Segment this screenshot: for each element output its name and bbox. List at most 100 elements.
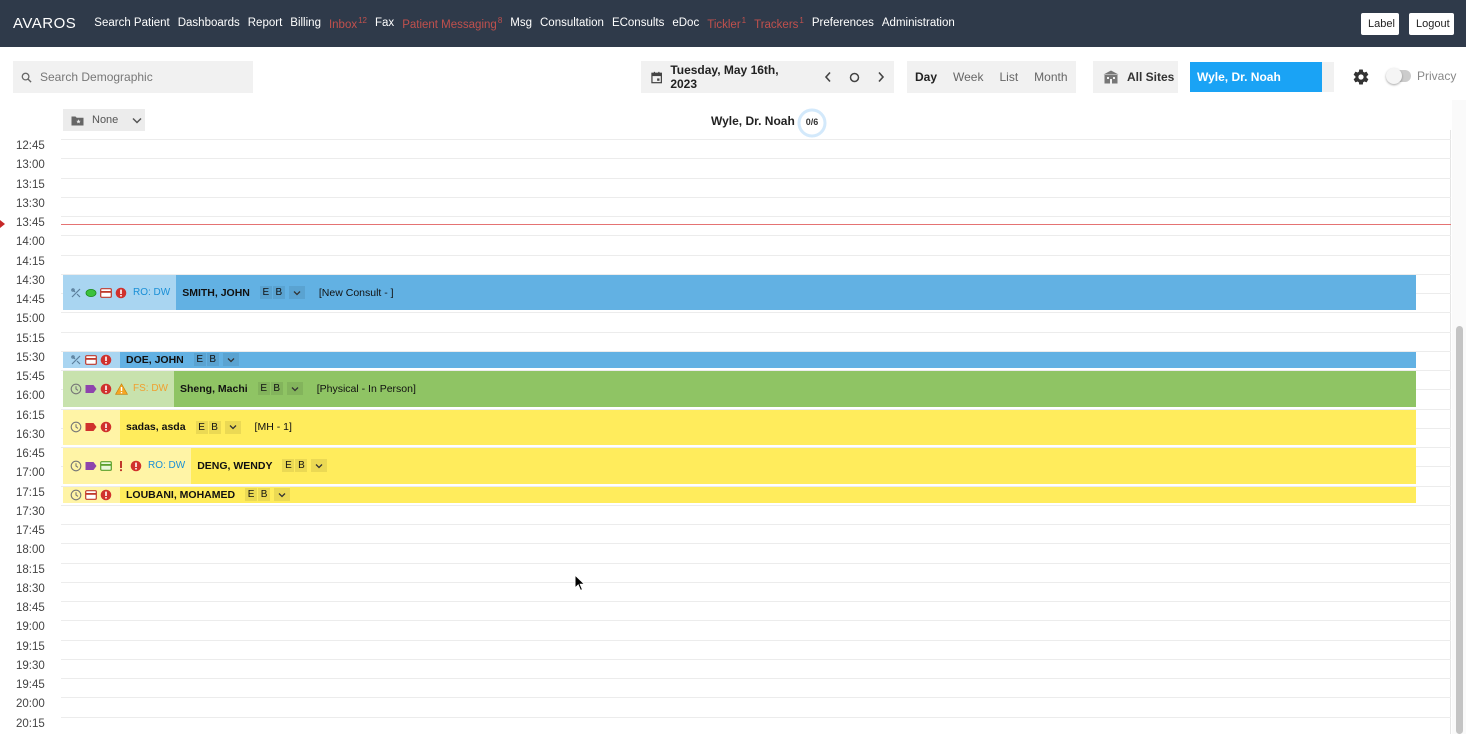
tag-red-icon[interactable] — [84, 420, 98, 434]
patient-name[interactable]: SMITH, JOHN — [182, 287, 250, 299]
patient-name[interactable]: Sheng, Machi — [180, 383, 248, 395]
billing-button[interactable]: B — [208, 420, 221, 434]
nav-tickler[interactable]: Tickler1 — [707, 16, 746, 31]
encounter-button[interactable]: E — [193, 353, 206, 367]
provider-select[interactable]: Wyle, Dr. Noah — [1190, 62, 1322, 92]
nav-administration[interactable]: Administration — [882, 17, 955, 29]
encounter-button[interactable]: E — [259, 286, 272, 299]
encounter-button[interactable]: E — [245, 488, 258, 502]
next-day-button[interactable] — [868, 61, 894, 93]
appointment-row[interactable]: RO: DW SMITH, JOHN E B [New Consult - ] — [63, 274, 1416, 311]
card-icon[interactable] — [84, 488, 98, 502]
all-sites-button[interactable]: All Sites — [1093, 61, 1178, 93]
nav-label: Consultation — [540, 17, 604, 30]
appointment-row[interactable]: DOE, JOHN E B — [63, 351, 1416, 368]
search-input[interactable] — [40, 70, 240, 84]
scrollbar-thumb[interactable] — [1456, 326, 1463, 734]
clock-icon[interactable] — [69, 420, 83, 434]
nav-fax[interactable]: Fax — [375, 17, 394, 29]
chevron-down-icon — [278, 492, 286, 498]
brand-logo[interactable]: AVAROS — [13, 15, 76, 32]
nav-patient-messaging[interactable]: Patient Messaging8 — [402, 16, 502, 31]
time-slot-line — [61, 716, 1451, 718]
billing-button[interactable]: B — [295, 459, 308, 473]
tag-purple-icon[interactable] — [84, 459, 98, 473]
clock-icon[interactable] — [69, 459, 83, 473]
grid-right-border — [1450, 130, 1451, 734]
alert-icon[interactable] — [99, 353, 113, 367]
warning-icon[interactable] — [114, 382, 128, 396]
nav-econsults[interactable]: EConsults — [612, 17, 664, 29]
appointment-row[interactable]: RO: DW DENG, WENDY E B — [63, 448, 1416, 484]
nav-dashboards[interactable]: Dashboards — [178, 17, 240, 29]
today-button[interactable] — [841, 61, 867, 93]
appointment-menu-button[interactable] — [274, 488, 291, 502]
encounter-button[interactable]: E — [257, 382, 270, 396]
no-show-icon[interactable] — [69, 286, 83, 300]
current-date[interactable]: Tuesday, May 16th, 2023 — [670, 63, 800, 91]
clock-icon[interactable] — [69, 488, 83, 502]
privacy-toggle[interactable]: Privacy — [1386, 68, 1456, 84]
appointment-row[interactable]: FS: DW Sheng, Machi E B [Physical - In Perso… — [63, 371, 1416, 407]
alert-icon[interactable] — [99, 420, 113, 434]
patient-name[interactable]: DENG, WENDY — [197, 460, 272, 472]
tab-week[interactable]: Week — [945, 61, 991, 93]
nav-inbox[interactable]: Inbox12 — [329, 16, 367, 31]
billing-button[interactable]: B — [258, 488, 271, 502]
alert-icon[interactable] — [114, 286, 128, 300]
nav-consultation[interactable]: Consultation — [540, 17, 604, 29]
clock-icon[interactable] — [69, 382, 83, 396]
card-green-icon[interactable] — [99, 459, 113, 473]
billing-button[interactable]: B — [206, 353, 219, 367]
time-label: 20:00 — [16, 698, 45, 711]
nav-msg[interactable]: Msg — [510, 17, 532, 29]
card-icon[interactable] — [84, 353, 98, 367]
appointment-menu-button[interactable] — [311, 459, 328, 473]
appointment-row[interactable]: sadas, asda E B [MH - 1] — [63, 409, 1416, 445]
label-button[interactable]: Label — [1361, 13, 1399, 35]
patient-name[interactable]: LOUBANI, MOHAMED — [126, 489, 235, 501]
time-slot-line — [61, 658, 1451, 660]
nav-preferences[interactable]: Preferences — [812, 17, 874, 29]
logout-button[interactable]: Logout — [1409, 13, 1454, 35]
nav-badge: 1 — [741, 16, 747, 26]
patient-name[interactable]: sadas, asda — [126, 421, 186, 433]
time-label: 15:00 — [16, 313, 45, 326]
exclaim-icon[interactable] — [114, 459, 128, 473]
tab-day[interactable]: Day — [907, 61, 945, 93]
alert-icon[interactable] — [99, 382, 113, 396]
appointment-menu-button[interactable] — [224, 420, 241, 434]
billing-button[interactable]: B — [272, 286, 285, 299]
template-select[interactable]: None — [63, 109, 145, 131]
tab-list[interactable]: List — [991, 61, 1026, 93]
appointment-row[interactable]: LOUBANI, MOHAMED E B — [63, 486, 1416, 503]
card-icon[interactable] — [99, 286, 113, 300]
calendar-icon[interactable] — [651, 71, 662, 84]
prev-day-button[interactable] — [815, 61, 841, 93]
toggle-switch[interactable] — [1386, 68, 1411, 84]
main-nav: Search Patient Dashboards Report Billing Inb… — [94, 16, 962, 31]
time-slot-line — [61, 312, 1451, 314]
nav-trackers[interactable]: Trackers1 — [754, 16, 804, 31]
tag-purple-icon[interactable] — [84, 382, 98, 396]
tab-month[interactable]: Month — [1026, 61, 1075, 93]
encounter-button[interactable]: E — [195, 420, 208, 434]
mouse-cursor-icon — [574, 574, 586, 592]
nav-edoc[interactable]: eDoc — [672, 17, 699, 29]
encounter-button[interactable]: E — [282, 459, 295, 473]
nav-report[interactable]: Report — [248, 17, 283, 29]
nav-billing[interactable]: Billing — [290, 17, 321, 29]
appointment-menu-button[interactable] — [288, 286, 305, 299]
appointment-menu-button[interactable] — [222, 353, 239, 367]
green-dot-icon[interactable] — [84, 286, 98, 300]
alert-icon[interactable] — [129, 459, 143, 473]
appointment-status-icons: RO: DW — [63, 448, 192, 484]
no-show-icon[interactable] — [69, 353, 83, 367]
alert-icon[interactable] — [99, 488, 113, 502]
patient-name[interactable]: DOE, JOHN — [126, 354, 184, 366]
billing-button[interactable]: B — [270, 382, 283, 396]
appointment-menu-button[interactable] — [286, 382, 303, 396]
time-label: 17:45 — [16, 525, 45, 537]
gear-icon[interactable] — [1352, 68, 1370, 86]
nav-search-patient[interactable]: Search Patient — [94, 17, 169, 29]
